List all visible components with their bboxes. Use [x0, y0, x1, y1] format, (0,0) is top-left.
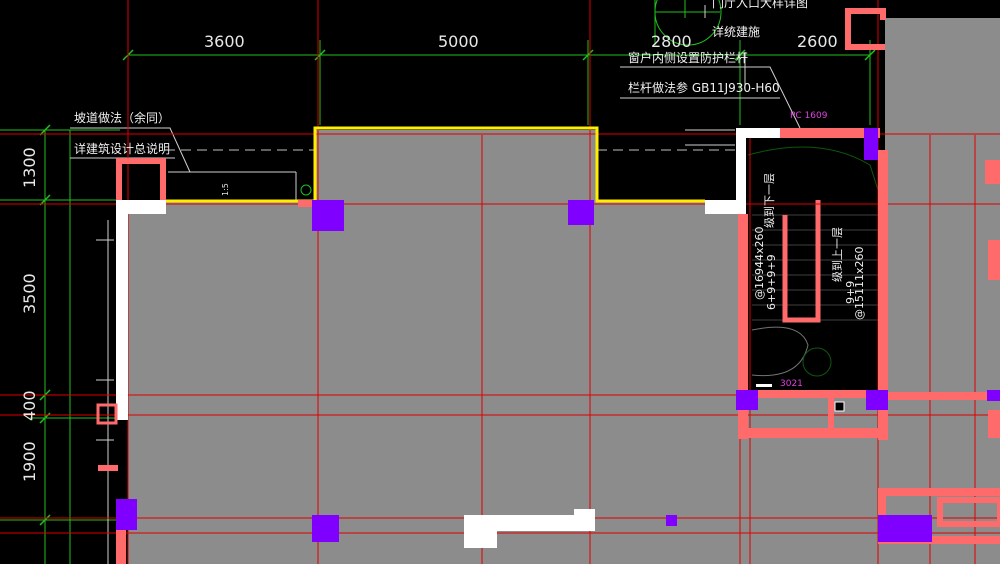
column	[878, 515, 932, 542]
dim-top-1: 3600	[204, 32, 245, 51]
dim-left-1: 1300	[20, 147, 39, 188]
note-detail-ref: 详统建施	[712, 25, 761, 39]
dim-left-4: 1900	[20, 441, 39, 482]
stair-left-runs: 6+9+9+9	[765, 254, 778, 310]
tag-door: 3021	[780, 379, 803, 389]
column	[116, 499, 137, 530]
stair-right-runs: 9+9	[844, 280, 857, 304]
dim-left-3: 400	[20, 390, 39, 421]
stair-left-spec: @16944x260	[753, 226, 766, 301]
stair-right-up: 级到上一层	[831, 227, 844, 282]
column	[736, 390, 758, 410]
dim-top-4: 2600	[797, 32, 838, 51]
column	[312, 200, 344, 231]
column	[568, 200, 594, 225]
column	[864, 128, 878, 160]
dim-top-2: 5000	[438, 32, 479, 51]
note-general: 详建筑设计总说明	[74, 142, 171, 156]
note-window-rail: 窗户内侧设置防护栏杆	[628, 51, 749, 65]
column	[666, 515, 677, 526]
tag-pc: PC 1609	[790, 111, 828, 121]
note-rail-spec: 栏杆做法参 GB11J930-H60	[628, 81, 780, 95]
dim-left-2: 3500	[20, 273, 39, 314]
column	[312, 515, 339, 542]
dim-top-3: 2800	[651, 32, 692, 51]
ramp-marker	[300, 184, 312, 196]
note-entrance-detail: 门厅入口大样详图	[712, 0, 809, 10]
note-slope: 1:5	[221, 183, 230, 196]
stair-left-down: 级到下一层	[763, 173, 776, 228]
column	[866, 390, 888, 410]
column	[987, 390, 1000, 401]
cad-drawing-canvas[interactable]: 3600 5000 2800 2600 1300 3500 400 1900 坡…	[0, 0, 1000, 564]
note-ramp: 坡道做法（余同）	[74, 111, 171, 125]
anchor-point	[834, 401, 845, 412]
